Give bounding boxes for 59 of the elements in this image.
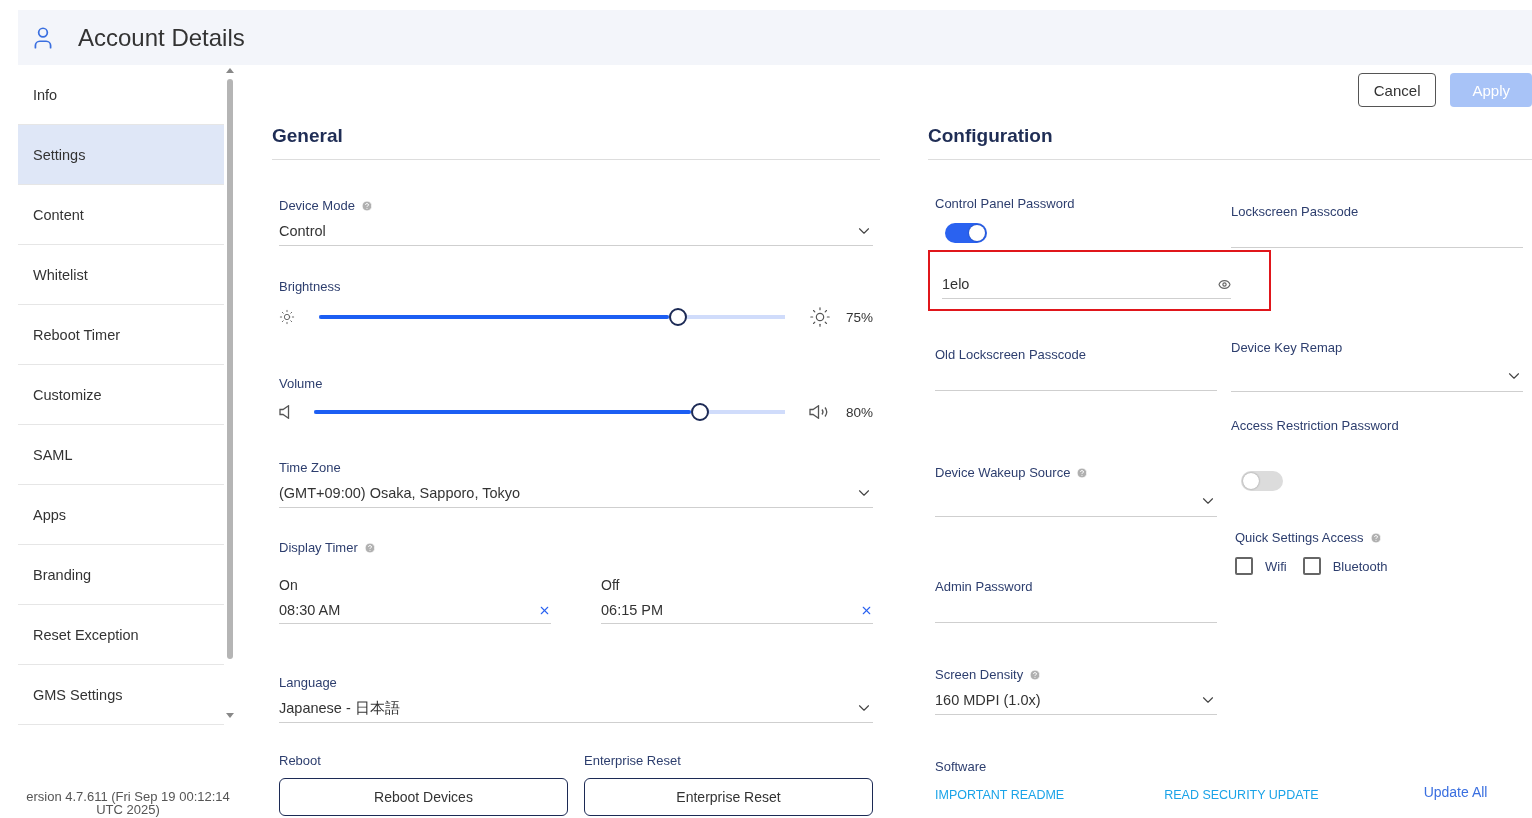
sun-icon [809, 306, 831, 328]
sidebar-item[interactable]: SAML [18, 425, 224, 485]
page-title: Account Details [78, 23, 245, 52]
slider-value: 80% [845, 404, 873, 420]
slider-value: 75% [845, 309, 873, 325]
time-label: On [279, 577, 299, 593]
section-title: General [272, 125, 880, 160]
sidebar-item[interactable]: Settings [18, 125, 224, 185]
checkbox[interactable] [1235, 557, 1253, 575]
sidebar-item[interactable]: Whitelist [18, 245, 224, 305]
slider-thumb[interactable] [691, 403, 710, 421]
time-field[interactable]: 06:15 PM [601, 597, 873, 624]
eye-icon[interactable] [1218, 277, 1231, 291]
field-label: Admin Password [935, 579, 1034, 594]
toggle-switch[interactable] [1241, 471, 1283, 491]
field-label: Volume [279, 376, 324, 391]
field-label: Device Key Remap [1231, 340, 1343, 355]
field-label: Device Wakeup Source [935, 465, 1071, 480]
field-label: Time Zone [279, 460, 341, 475]
slider-thumb[interactable] [668, 308, 687, 326]
field-label: Brightness [279, 279, 342, 294]
field-label: Reboot [279, 753, 322, 768]
sidebar-item[interactable]: Branding [18, 545, 224, 605]
checkbox[interactable] [1302, 557, 1321, 575]
section-title: Configuration [928, 125, 1532, 160]
toggle-switch[interactable] [945, 223, 987, 243]
cancel-button[interactable]: Cancel [1357, 73, 1437, 107]
field-label: Quick Settings Access [1235, 530, 1364, 545]
select-field[interactable]: Japanese - 日本語 [279, 694, 873, 723]
speaker-icon [279, 405, 290, 419]
password-field[interactable]: 1elo [942, 270, 1231, 299]
sidebar-item[interactable]: Content [18, 185, 224, 245]
sun-icon [279, 309, 295, 325]
sidebar-item[interactable]: Customize [18, 365, 224, 425]
action-button[interactable]: Reboot Devices [279, 778, 568, 816]
checkbox-label: Bluetooth [1332, 558, 1388, 574]
sidebar-item[interactable]: Reboot Timer [18, 305, 224, 365]
sidebar-item[interactable]: Reset Exception [18, 605, 224, 665]
select-field[interactable]: 160 MDPI (1.0x) [935, 686, 1217, 715]
field-label: Device Mode [279, 198, 355, 213]
field-label: Old Lockscreen Passcode [935, 347, 1088, 362]
sidebar-item[interactable]: GMS Settings [18, 665, 224, 725]
field-label: Language [279, 675, 337, 690]
action-button[interactable]: Enterprise Reset [584, 778, 873, 816]
field-label: Display Timer [279, 540, 358, 555]
version-text: ersion 4.7.611 (Fri Sep 19 00:12:14 UTC 2025) [25, 790, 231, 818]
sidebar-item[interactable]: Apps [18, 485, 224, 545]
field-label: Access Restriction Password [1231, 418, 1400, 433]
select-field[interactable]: (GMT+09:00) Osaka, Sapporo, Tokyo [279, 479, 873, 508]
field-label: Screen Density [935, 667, 1024, 682]
field-label: Lockscreen Passcode [1231, 204, 1360, 219]
update-all-link[interactable]: Update All [1423, 784, 1488, 800]
time-field[interactable]: 08:30 AM [279, 597, 551, 624]
field-label: Software [935, 759, 988, 774]
field-label: Enterprise Reset [584, 753, 682, 768]
checkbox-label: Wifi [1265, 558, 1287, 574]
time-label: Off [601, 577, 621, 593]
field-label: Control Panel Password [935, 196, 1076, 211]
select-field[interactable]: Control [279, 217, 873, 246]
